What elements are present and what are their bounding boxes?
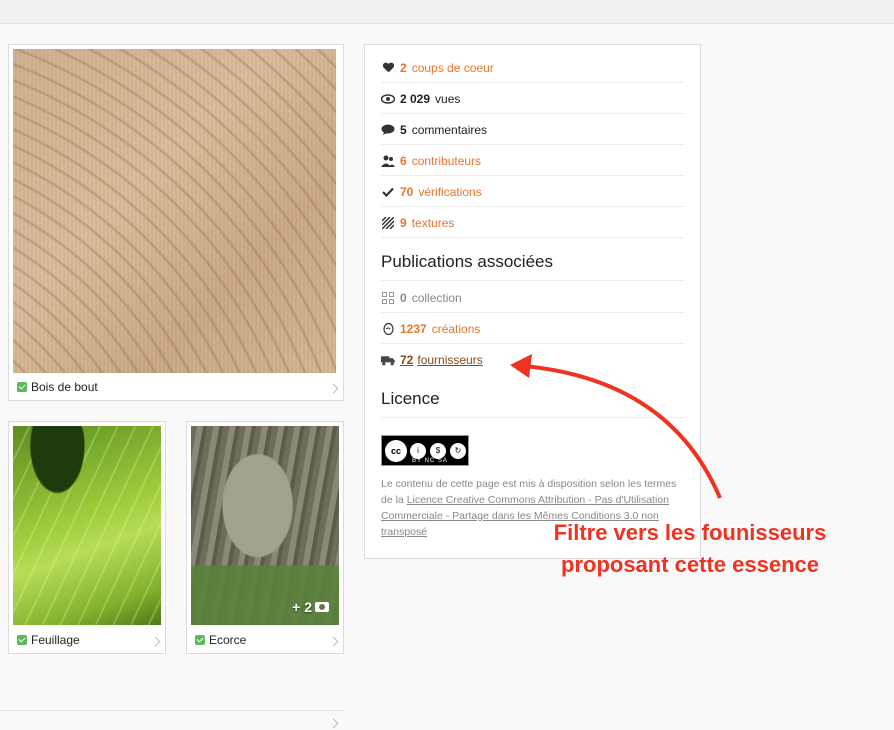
stat-label: commentaires [411, 122, 488, 137]
stat-coups-de-coeur[interactable]: 2 coups de coeur [381, 53, 685, 83]
publications-title: Publications associées [381, 252, 685, 281]
annotation-arrow-icon [510, 354, 722, 499]
annotation-text: Filtre vers les founisseurs proposant ce… [520, 517, 860, 581]
more-photos-badge[interactable]: + 2 [292, 599, 329, 615]
nc-icon: $ [429, 441, 447, 460]
bark-photo[interactable] [191, 426, 339, 625]
comment-icon [381, 123, 395, 137]
stat-number: 9 [400, 215, 407, 230]
gallery-label: Ecorce [209, 633, 247, 647]
stat-contributeurs[interactable]: 6 contributeurs [381, 146, 685, 176]
gallery-card-feuillage[interactable]: Feuillage [8, 421, 166, 654]
cc-badge-tags: BY NC SA [412, 458, 448, 464]
pub-collection: 0 collection [381, 283, 685, 313]
stat-label[interactable]: vérifications [418, 185, 481, 199]
cc-icon: cc [385, 439, 407, 462]
gallery-caption: Bois de bout [17, 380, 98, 394]
stat-label[interactable]: contributeurs [412, 154, 481, 168]
users-icon [381, 154, 395, 168]
leaf-photo[interactable] [13, 426, 161, 625]
chevron-right-icon[interactable] [328, 383, 339, 394]
stat-label[interactable]: textures [412, 216, 455, 230]
verified-check-icon [17, 382, 27, 392]
stat-label[interactable]: coups de coeur [412, 61, 494, 75]
pub-label: fournisseurs [417, 353, 483, 367]
verified-check-icon [195, 635, 205, 645]
gallery-caption: Ecorce [195, 633, 246, 647]
eye-icon [381, 92, 395, 106]
gallery-card-bois-de-bout[interactable]: Bois de bout [8, 44, 344, 401]
chevron-right-icon[interactable] [328, 636, 339, 647]
pub-creations[interactable]: 1237 créations [381, 314, 685, 344]
stat-textures[interactable]: 9 textures [381, 208, 685, 238]
stat-number: 6 [400, 153, 407, 168]
pub-number: 72 [400, 353, 414, 367]
fournisseurs-link[interactable]: 72 fournisseurs [400, 353, 483, 367]
gallery-caption: Feuillage [17, 633, 80, 647]
by-icon: i [409, 441, 427, 460]
pub-label[interactable]: créations [432, 322, 481, 336]
annotation-line-2: proposant cette essence [561, 552, 819, 577]
truck-icon [381, 353, 395, 367]
gallery-card-ecorce[interactable]: + 2 Ecorce [186, 421, 344, 654]
egg-icon [381, 322, 395, 336]
heart-icon [381, 61, 395, 75]
more-photos-count: + 2 [292, 599, 312, 615]
cc-license-badge[interactable]: cc i $ ↻ BY NC SA [381, 435, 469, 466]
stat-number: 5 [400, 122, 407, 137]
stat-number: 70 [400, 184, 414, 199]
annotation-line-1: Filtre vers les founisseurs [553, 520, 827, 545]
texture-icon [381, 216, 395, 230]
grid-icon [381, 291, 395, 305]
gallery-label: Bois de bout [31, 380, 98, 394]
stat-number: 2 [400, 60, 407, 75]
stat-vues: 2 029 vues [381, 84, 685, 114]
camera-icon [315, 602, 329, 612]
sa-icon: ↻ [449, 441, 467, 460]
chevron-right-icon[interactable] [150, 636, 161, 647]
top-bar [0, 0, 894, 24]
pub-number: 0 [400, 290, 407, 305]
divider [0, 710, 344, 711]
stat-label: vues [435, 91, 461, 106]
gallery-label: Feuillage [31, 633, 80, 647]
stat-number: 2 029 [400, 91, 431, 106]
check-icon [381, 185, 395, 199]
stat-commentaires: 5 commentaires [381, 115, 685, 145]
pub-label: collection [411, 290, 462, 305]
verified-check-icon [17, 635, 27, 645]
stat-verifications[interactable]: 70 vérifications [381, 177, 685, 207]
chevron-right-icon[interactable] [328, 718, 339, 729]
wood-photo[interactable] [13, 49, 336, 373]
pub-number: 1237 [400, 321, 427, 336]
